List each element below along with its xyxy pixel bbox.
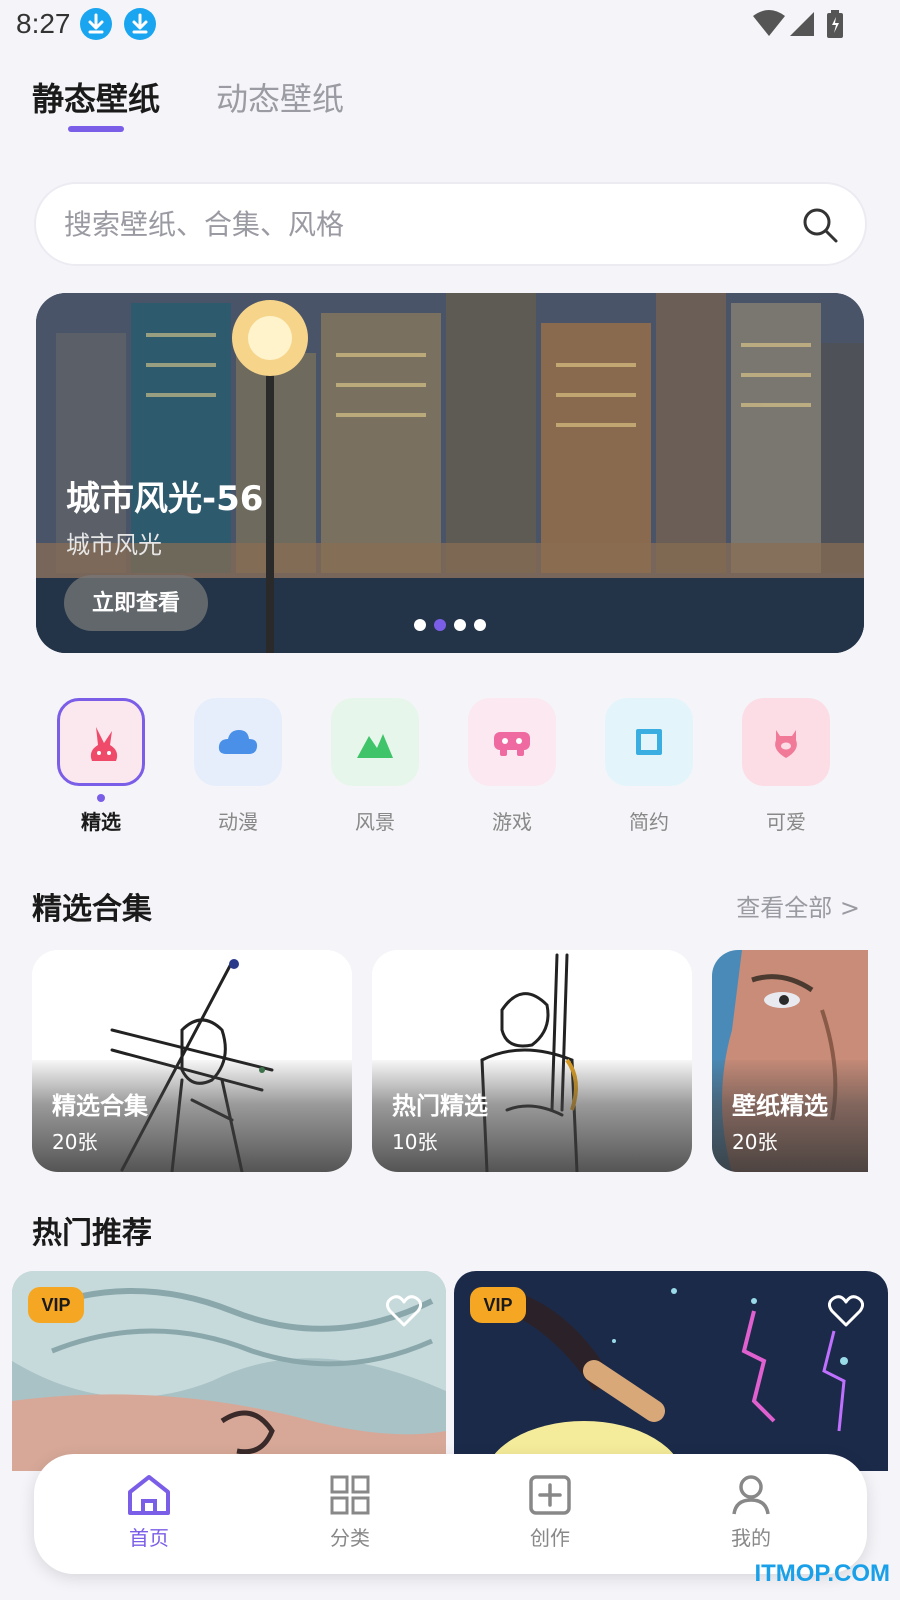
- category-minimal[interactable]: 简约: [604, 698, 694, 835]
- category-tile[interactable]: [57, 698, 145, 786]
- heart-icon[interactable]: [385, 1295, 423, 1331]
- pig-icon: [775, 730, 797, 758]
- category-tile[interactable]: [194, 698, 282, 786]
- wallpaper-card[interactable]: VIP: [454, 1271, 888, 1471]
- nav-item-category[interactable]: 分类: [305, 1474, 395, 1551]
- category-label: 风景: [355, 810, 395, 834]
- banner-title: 城市风光-56: [66, 479, 264, 519]
- collection-name: 壁纸精选: [732, 1092, 828, 1120]
- gamepad-icon: [494, 732, 530, 756]
- nav-label: 我的: [731, 1526, 771, 1550]
- wallpaper-card[interactable]: VIP: [12, 1271, 446, 1471]
- status-time: 8:27: [16, 8, 71, 39]
- collection-name: 热门精选: [392, 1092, 488, 1120]
- nav-item-create[interactable]: 创作: [505, 1474, 595, 1551]
- tab-indicator: [68, 126, 124, 132]
- category-label: 简约: [629, 810, 669, 834]
- bottom-navigation: 首页 分类 创作 我的: [34, 1454, 867, 1574]
- collection-count: 20张: [52, 1130, 98, 1154]
- wifi-icon: [752, 10, 786, 42]
- vip-badge: VIP: [28, 1287, 84, 1323]
- category-anime[interactable]: 动漫: [193, 698, 283, 835]
- featured-section-title: 精选合集: [32, 892, 152, 927]
- plus-square-icon: [529, 1475, 571, 1515]
- nav-item-profile[interactable]: 我的: [706, 1474, 796, 1551]
- category-label: 游戏: [492, 810, 532, 834]
- cellular-signal-icon: [788, 10, 816, 42]
- search-bar[interactable]: [34, 182, 867, 266]
- vip-badge: VIP: [470, 1287, 526, 1323]
- square-icon: [636, 729, 662, 755]
- download-icon: [80, 8, 112, 40]
- view-now-button[interactable]: 立即查看: [64, 575, 208, 631]
- banner-subtitle: 城市风光: [66, 531, 162, 559]
- category-cute[interactable]: 可爱: [741, 698, 831, 835]
- category-tile[interactable]: [468, 698, 556, 786]
- category-tile[interactable]: [742, 698, 830, 786]
- category-featured[interactable]: 精选: [56, 698, 146, 835]
- user-icon: [732, 1475, 770, 1515]
- selected-dot: [97, 794, 105, 802]
- nav-label: 分类: [330, 1526, 370, 1550]
- cloud-icon: [218, 730, 258, 754]
- collection-count: 10张: [392, 1130, 438, 1154]
- banner-carousel[interactable]: 城市风光-56 城市风光 立即查看: [36, 293, 864, 653]
- search-input[interactable]: [64, 184, 764, 264]
- carousel-dot-active[interactable]: [434, 619, 446, 631]
- category-tile[interactable]: [605, 698, 693, 786]
- collection-card[interactable]: 精选合集 20张: [32, 950, 352, 1172]
- status-bar: 8:27: [0, 0, 900, 48]
- carousel-dot[interactable]: [474, 619, 486, 631]
- tab-live-wallpaper[interactable]: 动态壁纸: [216, 74, 344, 120]
- search-icon[interactable]: [801, 206, 839, 248]
- tab-static-wallpaper[interactable]: 静态壁纸: [32, 74, 160, 120]
- category-label: 动漫: [218, 810, 258, 834]
- mountain-icon: [357, 734, 393, 758]
- watermark: ITMOP.COM: [754, 1560, 890, 1587]
- category-label: 精选: [81, 810, 121, 834]
- category-scenery[interactable]: 风景: [330, 698, 420, 835]
- heart-icon[interactable]: [827, 1295, 865, 1331]
- battery-icon: [826, 10, 844, 42]
- category-games[interactable]: 游戏: [467, 698, 557, 835]
- carousel-dot[interactable]: [454, 619, 466, 631]
- nav-item-home[interactable]: 首页: [104, 1474, 194, 1551]
- rabbit-icon: [90, 727, 118, 761]
- category-label: 可爱: [766, 810, 806, 834]
- home-icon: [128, 1475, 170, 1515]
- grid-icon: [330, 1475, 370, 1515]
- download-icon: [124, 8, 156, 40]
- collection-count: 20张: [732, 1130, 778, 1154]
- view-all-link[interactable]: 查看全部 >: [736, 888, 860, 923]
- hot-section-title: 热门推荐: [32, 1216, 152, 1251]
- nav-label: 创作: [530, 1526, 570, 1550]
- category-tile[interactable]: [331, 698, 419, 786]
- carousel-dot[interactable]: [414, 619, 426, 631]
- carousel-indicator: [414, 619, 486, 631]
- collection-card[interactable]: 热门精选 10张: [372, 950, 692, 1172]
- collection-card[interactable]: 壁纸精选 20张: [712, 950, 868, 1172]
- collection-name: 精选合集: [52, 1092, 148, 1120]
- nav-label: 首页: [129, 1526, 169, 1550]
